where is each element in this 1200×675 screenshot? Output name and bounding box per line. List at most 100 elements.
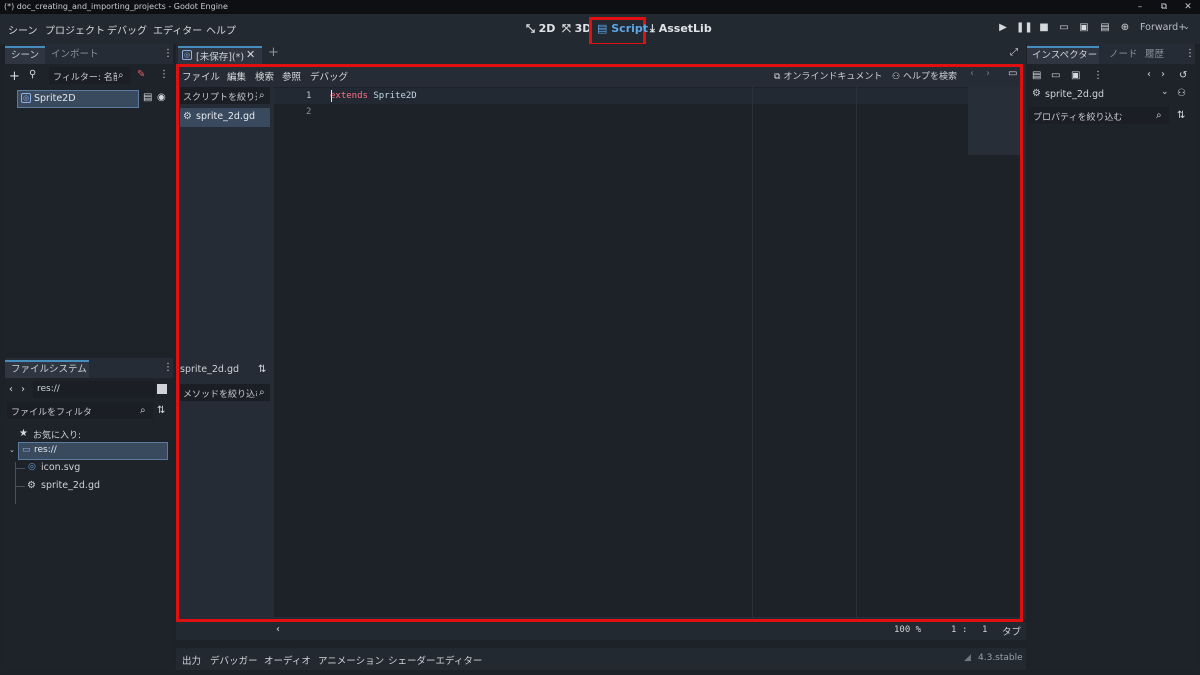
new-resource-icon[interactable]: ▤: [1032, 70, 1041, 81]
history-icon[interactable]: ↺: [1179, 70, 1187, 81]
bottom-tab-animation[interactable]: アニメーション: [318, 653, 384, 667]
inspector-menu-icon[interactable]: ⋮: [1093, 70, 1103, 81]
path-field[interactable]: res://: [33, 381, 155, 398]
svg-file-icon: ◎: [28, 462, 36, 472]
dock-menu-icon[interactable]: ⋮: [163, 362, 173, 373]
zoom-level[interactable]: 100 %: [894, 625, 921, 635]
tree-node-label: Sprite2D: [34, 93, 76, 104]
script-icon: ▤: [597, 22, 608, 35]
scene-filter-input[interactable]: フィルター: 名前 ⌕: [49, 67, 131, 84]
cursor-sep: :: [962, 625, 968, 635]
search-icon: ⌕: [140, 405, 146, 416]
file-icon-svg[interactable]: icon.svg: [41, 462, 80, 473]
scene-content: + ⚲ フィルター: 名前 ⌕ ✎ ⋮ ◎ Sprite2D ▤ ◉: [5, 64, 173, 354]
play-icon[interactable]: ▶: [996, 22, 1010, 33]
distraction-free-icon[interactable]: ⤢: [1010, 47, 1018, 58]
tree-res-root[interactable]: ▭ res://: [18, 442, 168, 460]
dock-menu-icon[interactable]: ⋮: [163, 48, 173, 59]
inspector-dock: インスペクター ノード 履歴 ⋮ ▤ ▭ ▣ ⋮ ‹ › ↺ ⚙ sprite_…: [1027, 44, 1195, 668]
tab-history[interactable]: 履歴: [1145, 47, 1164, 63]
tree-res-label: res://: [34, 445, 57, 455]
minimize-button[interactable]: –: [1128, 0, 1152, 14]
remote-debug-icon[interactable]: ▭: [1057, 22, 1071, 33]
menu-debug[interactable]: デバッグ: [107, 22, 147, 37]
indent-mode[interactable]: タブ: [1002, 624, 1021, 638]
path-value: res://: [37, 384, 60, 394]
chevron-left-icon[interactable]: ‹: [276, 624, 280, 635]
chevron-down-icon[interactable]: ⌄: [9, 446, 15, 454]
resource-selector[interactable]: ⚙ sprite_2d.gd ⌄: [1029, 86, 1171, 104]
workspace-2d-button[interactable]: ⤡ 2D: [526, 21, 555, 37]
main-menubar: シーン プロジェクト デバッグ エディター ヘルプ ⤡ 2D ⤧ 3D ▤ Sc…: [0, 14, 1200, 46]
link-icon[interactable]: ⚲: [29, 69, 36, 80]
open-folder-icon[interactable]: ▭: [1051, 70, 1060, 81]
bottom-tab-debugger[interactable]: デバッガー: [210, 653, 258, 667]
bottom-panel-bar: 出力 デバッガー オーディオ アニメーション シェーダーエディター ◢ 4.3.…: [176, 648, 1026, 670]
workspace-script-button[interactable]: ▤ Script: [597, 21, 648, 37]
workspace-3d-button[interactable]: ⤧ 3D: [562, 21, 591, 37]
sort-icon[interactable]: ⇅: [157, 405, 165, 416]
menu-editor[interactable]: エディター: [153, 22, 202, 37]
3d-icon: ⤧: [562, 22, 571, 35]
scene-menu-icon[interactable]: ⋮: [159, 69, 169, 80]
download-icon: ⤓: [650, 22, 655, 35]
renderer-select[interactable]: Forward+: [1140, 22, 1186, 33]
property-filter-placeholder: プロパティを絞り込む: [1033, 113, 1123, 123]
script-attached-icon[interactable]: ▤: [143, 92, 152, 103]
tab-scene[interactable]: シーン: [5, 46, 45, 64]
chevron-right-icon[interactable]: ›: [1161, 69, 1165, 80]
version-label[interactable]: 4.3.stable: [978, 653, 1023, 663]
object-tools-icon[interactable]: ⚇: [1177, 88, 1186, 99]
tree-guide-line: [15, 486, 25, 487]
cursor-line: 1: [951, 625, 957, 635]
forward-arrow-icon[interactable]: ›: [21, 384, 25, 395]
bottom-tab-output[interactable]: 出力: [182, 653, 201, 667]
tab-filesystem[interactable]: ファイルシステム: [5, 360, 89, 378]
star-icon: ★: [19, 428, 28, 439]
script-add-icon[interactable]: ✎: [137, 69, 145, 80]
save-icon[interactable]: ▣: [1071, 70, 1080, 81]
split-mode-icon[interactable]: [157, 384, 167, 394]
back-arrow-icon[interactable]: ‹: [9, 384, 13, 395]
add-node-icon[interactable]: +: [9, 69, 20, 84]
dock-menu-icon[interactable]: ⋮: [1185, 48, 1195, 59]
folder-icon: ▭: [22, 445, 31, 455]
chevron-left-icon[interactable]: ‹: [1147, 69, 1151, 80]
filesystem-dock: ファイルシステム ⋮ ‹ › res:// ファイルをフィルタ ⌕ ⇅ ★ お気…: [5, 358, 173, 668]
tree-node-sprite2d[interactable]: ◎ Sprite2D: [17, 90, 139, 108]
bottom-tab-audio[interactable]: オーディオ: [264, 653, 311, 667]
stop-icon[interactable]: ■: [1037, 22, 1051, 33]
favorites-label: お気に入り:: [33, 431, 82, 441]
editor-statusbar: ‹ 100 % 1 : 1 タブ: [176, 622, 1026, 640]
tab-unsaved-scene[interactable]: ◎ [未保存](*) ✕: [178, 46, 262, 64]
menu-help[interactable]: ヘルプ: [206, 22, 236, 37]
movie-icon[interactable]: ▣: [1077, 22, 1091, 33]
tab-import[interactable]: インポート: [51, 47, 99, 63]
scene-dock: シーン インポート ⋮ + ⚲ フィルター: 名前 ⌕ ✎ ⋮ ◎ Sprite…: [5, 44, 173, 354]
property-filter-input[interactable]: プロパティを絞り込む ⌕: [1029, 107, 1169, 124]
menu-scene[interactable]: シーン: [8, 22, 38, 37]
tab-inspector-label: インスペクター: [1032, 50, 1098, 61]
scene-filter-placeholder: フィルター: 名前: [53, 73, 117, 83]
close-icon[interactable]: ✕: [246, 48, 255, 61]
sort-icon[interactable]: ⇅: [1177, 110, 1185, 121]
maximize-button[interactable]: ⧉: [1152, 0, 1176, 14]
movie-maker-icon[interactable]: ⊕: [1118, 22, 1132, 33]
close-window-button[interactable]: ✕: [1176, 0, 1200, 14]
menu-project[interactable]: プロジェクト: [45, 22, 105, 37]
pause-icon[interactable]: ❚❚: [1016, 22, 1033, 33]
tree-guide-line: [15, 468, 25, 469]
visibility-eye-icon[interactable]: ◉: [157, 92, 166, 103]
workspace-assetlib-button[interactable]: ⤓ AssetLib: [650, 21, 712, 37]
add-tab-icon[interactable]: +: [268, 45, 279, 60]
workspace-assetlib-label: AssetLib: [658, 22, 712, 35]
file-filter-input[interactable]: ファイルをフィルタ ⌕: [7, 402, 153, 419]
2d-icon: ⤡: [526, 22, 535, 35]
search-icon: ⌕: [1156, 110, 1162, 121]
bottom-tab-shader-editor[interactable]: シェーダーエディター: [388, 653, 482, 667]
file-sprite-gd[interactable]: sprite_2d.gd: [41, 480, 100, 491]
tab-node[interactable]: ノード: [1109, 47, 1138, 63]
tab-inspector[interactable]: インスペクター: [1027, 46, 1099, 64]
resource-label: sprite_2d.gd: [1045, 89, 1104, 100]
play-custom-icon[interactable]: ▤: [1098, 22, 1112, 33]
